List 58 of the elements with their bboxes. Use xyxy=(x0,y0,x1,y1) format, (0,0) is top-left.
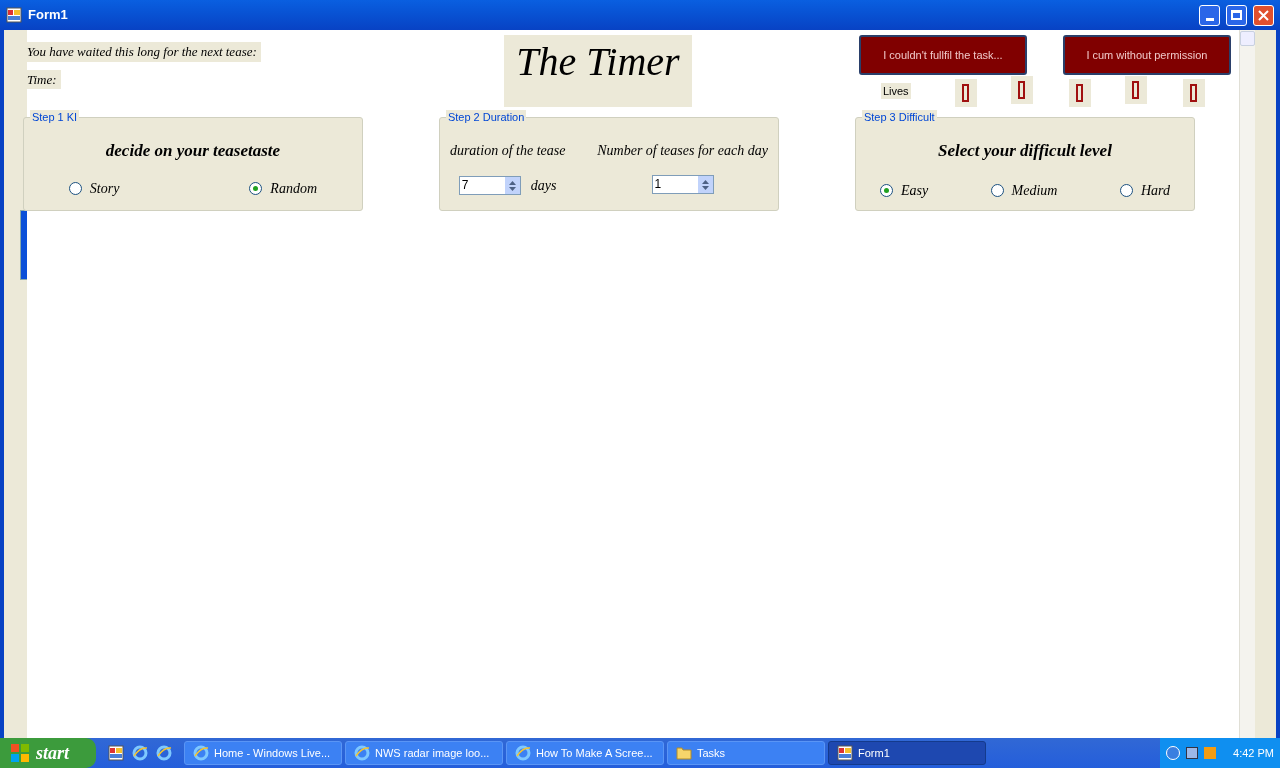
folder-icon xyxy=(676,746,692,760)
close-button[interactable] xyxy=(1253,4,1274,26)
lives-label: Lives xyxy=(880,82,911,99)
maximize-button[interactable] xyxy=(1226,4,1247,26)
clock: 4:42 PM xyxy=(1233,745,1274,761)
life-icon xyxy=(1132,81,1140,99)
taskbar-task[interactable]: Home - Windows Live... xyxy=(184,741,342,765)
count-label: Number of teases for each day xyxy=(597,142,768,160)
quick-launch-icon[interactable] xyxy=(156,745,172,761)
taskbar-task[interactable]: Form1 xyxy=(828,741,986,765)
radio-button[interactable] xyxy=(249,181,263,195)
quick-launch-icon[interactable] xyxy=(132,745,148,761)
radio-button[interactable] xyxy=(68,181,82,195)
form-icon xyxy=(6,7,22,23)
minimize-button[interactable] xyxy=(1199,4,1220,26)
life-icon xyxy=(962,84,970,102)
step-prompt: decide on your teasetaste xyxy=(105,140,281,162)
spinner-icon[interactable] xyxy=(697,176,713,193)
app-heading: The Timer xyxy=(504,35,692,107)
radio-button[interactable] xyxy=(1119,183,1133,197)
radio-option[interactable]: Medium xyxy=(990,179,1058,201)
group-title: Step 1 KI xyxy=(29,110,80,124)
start-button[interactable]: start xyxy=(0,738,96,768)
penalty-button[interactable]: I cum without permission xyxy=(1062,35,1231,75)
radio-option[interactable]: Easy xyxy=(879,179,929,201)
time-label: Time: xyxy=(26,69,61,89)
spinner-icon[interactable] xyxy=(504,177,520,194)
window-title: Form1 xyxy=(28,6,68,25)
days-label: days xyxy=(530,177,557,195)
life-icon xyxy=(1076,84,1084,102)
browser-icon xyxy=(156,745,172,761)
duration-label: duration of the tease xyxy=(449,142,566,160)
radio-option[interactable]: Hard xyxy=(1119,179,1170,201)
radio-button[interactable] xyxy=(990,183,1004,197)
group-title: Step 2 Duration xyxy=(445,110,527,124)
browser-icon xyxy=(515,745,531,761)
radio-option[interactable]: Story xyxy=(68,177,120,199)
taskbar-task[interactable]: Tasks xyxy=(667,741,825,765)
form-icon xyxy=(108,745,124,761)
radio-button[interactable] xyxy=(879,183,893,197)
number-field[interactable]: 7 xyxy=(458,176,521,195)
quick-launch-icon[interactable] xyxy=(108,745,124,761)
group-title: Step 3 Difficult xyxy=(861,110,937,124)
penalty-button[interactable]: I couldn't fullfil the task... xyxy=(858,35,1027,75)
step-prompt: Select your difficult level xyxy=(937,140,1112,162)
close-icon xyxy=(1258,9,1269,21)
wait-label: You have waited this long for the next tease: xyxy=(26,42,261,62)
life-icon xyxy=(1018,81,1026,99)
windows-logo-icon xyxy=(10,743,30,763)
form-icon xyxy=(837,745,853,761)
browser-icon xyxy=(132,745,148,761)
radio-option[interactable]: Random xyxy=(249,177,318,199)
life-icon xyxy=(1190,84,1198,102)
browser-icon xyxy=(354,745,370,761)
taskbar-task[interactable]: How To Make A Scree... xyxy=(506,741,664,765)
browser-icon xyxy=(193,745,209,761)
number-field[interactable]: 1 xyxy=(651,175,714,194)
taskbar-task[interactable]: NWS radar image loo... xyxy=(345,741,503,765)
